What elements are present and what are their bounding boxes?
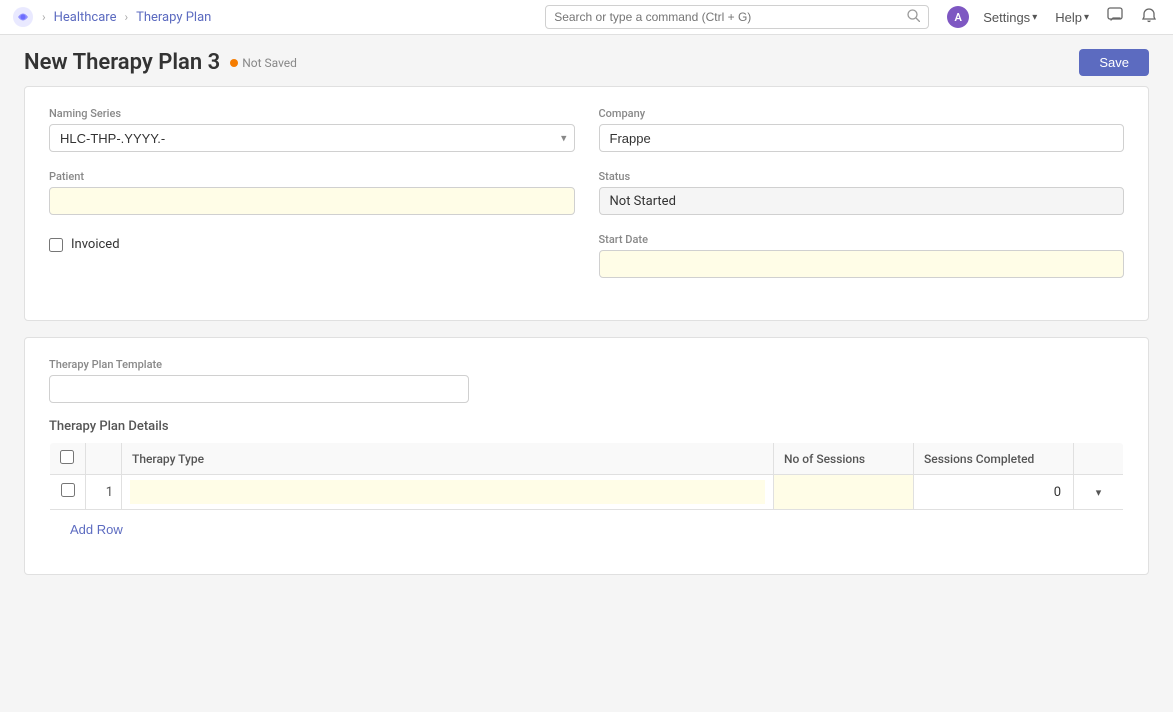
therapy-plan-table: Therapy Type No of Sessions Sessions Com… [49,442,1124,550]
patient-label: Patient [49,170,575,183]
row-1-dropdown-button[interactable]: ▾ [1092,484,1106,501]
col-header-sessions-completed: Sessions Completed [914,443,1074,475]
table-header-row: Therapy Type No of Sessions Sessions Com… [50,443,1124,475]
save-button[interactable]: Save [1079,49,1149,76]
row-1-therapy-type-cell [122,475,774,510]
main-form-card: Naming Series HLC-THP-.YYYY.- ▾ Company … [24,86,1149,321]
row-1-check-cell [50,475,86,510]
col-header-actions [1074,443,1124,475]
invoiced-label: Invoiced [71,237,120,252]
start-date-label: Start Date [599,233,1125,246]
therapy-plan-card: Therapy Plan Template Therapy Plan Detai… [24,337,1149,575]
page-title: New Therapy Plan 3 [24,50,220,75]
not-saved-badge: Not Saved [230,56,297,70]
naming-series-select[interactable]: HLC-THP-.YYYY.- [49,124,575,152]
add-row-button[interactable]: Add Row [58,514,135,545]
start-date-input[interactable] [599,250,1125,278]
notification-icon-button[interactable] [1137,5,1161,30]
row-1-checkbox[interactable] [61,483,75,497]
col-header-check [50,443,86,475]
therapy-plan-details-label: Therapy Plan Details [49,419,1124,434]
status-value: Not Started [599,187,1125,215]
invoiced-field: Invoiced [49,233,575,252]
settings-button[interactable]: Settings ▾ [979,8,1041,27]
select-all-checkbox[interactable] [60,450,74,464]
company-field: Company [599,107,1125,152]
naming-series-field: Naming Series HLC-THP-.YYYY.- ▾ [49,107,575,152]
breadcrumb-healthcare[interactable]: Healthcare [54,10,117,25]
row-naming-company: Naming Series HLC-THP-.YYYY.- ▾ Company [49,107,1124,152]
content-area: Naming Series HLC-THP-.YYYY.- ▾ Company … [0,86,1173,615]
therapy-plan-details-section: Therapy Plan Details Therapy Type No of … [49,419,1124,550]
patient-input[interactable] [49,187,575,215]
row-invoiced-startdate: Invoiced Start Date [49,233,1124,278]
add-row-cell: Add Row [50,510,1124,550]
naming-series-label: Naming Series [49,107,575,120]
row-1-sessions-completed-cell: 0 [914,475,1074,510]
company-label: Company [599,107,1125,120]
row-1-therapy-type-input[interactable] [130,480,765,504]
patient-field: Patient [49,170,575,215]
page-title-area: New Therapy Plan 3 Not Saved [24,50,297,75]
col-header-no-of-sessions: No of Sessions [774,443,914,475]
col-header-num [86,443,122,475]
therapy-plan-template-section: Therapy Plan Template [49,358,1124,403]
breadcrumb-sep-1: › [42,10,46,24]
row-1-sessions-completed-value: 0 [1054,485,1061,500]
topnav: › Healthcare › Therapy Plan A Settings ▾… [0,0,1173,35]
status-label: Status [599,170,1125,183]
invoiced-checkbox-row: Invoiced [49,237,575,252]
invoiced-checkbox[interactable] [49,238,63,252]
col-header-therapy-type: Therapy Type [122,443,774,475]
search-icon [907,9,920,26]
company-input[interactable] [599,124,1125,152]
not-saved-label: Not Saved [242,56,297,70]
avatar: A [947,6,969,28]
breadcrumb-sep-2: › [124,10,128,24]
help-button[interactable]: Help ▾ [1051,8,1093,27]
help-caret-icon: ▾ [1084,12,1089,23]
unsaved-dot-icon [230,59,238,67]
table-row: 1 0 ▾ [50,475,1124,510]
topnav-right: A Settings ▾ Help ▾ [947,5,1161,30]
therapy-plan-template-input[interactable] [49,375,469,403]
add-row-row: Add Row [50,510,1124,550]
row-patient-status: Patient Status Not Started [49,170,1124,215]
status-field: Status Not Started [599,170,1125,215]
start-date-field: Start Date [599,233,1125,278]
therapy-plan-template-label: Therapy Plan Template [49,358,1124,371]
settings-caret-icon: ▾ [1032,12,1037,23]
naming-series-select-wrapper: HLC-THP-.YYYY.- ▾ [49,124,575,152]
search-input[interactable] [554,10,903,24]
breadcrumb-therapy-plan[interactable]: Therapy Plan [136,10,211,25]
row-1-no-of-sessions-cell [774,475,914,510]
row-1-actions-cell: ▾ [1074,475,1124,510]
row-1-idx: 1 [86,475,122,510]
app-logo [12,6,34,28]
search-bar [545,5,929,29]
page-header: New Therapy Plan 3 Not Saved Save [0,35,1173,86]
chat-icon-button[interactable] [1103,5,1127,30]
